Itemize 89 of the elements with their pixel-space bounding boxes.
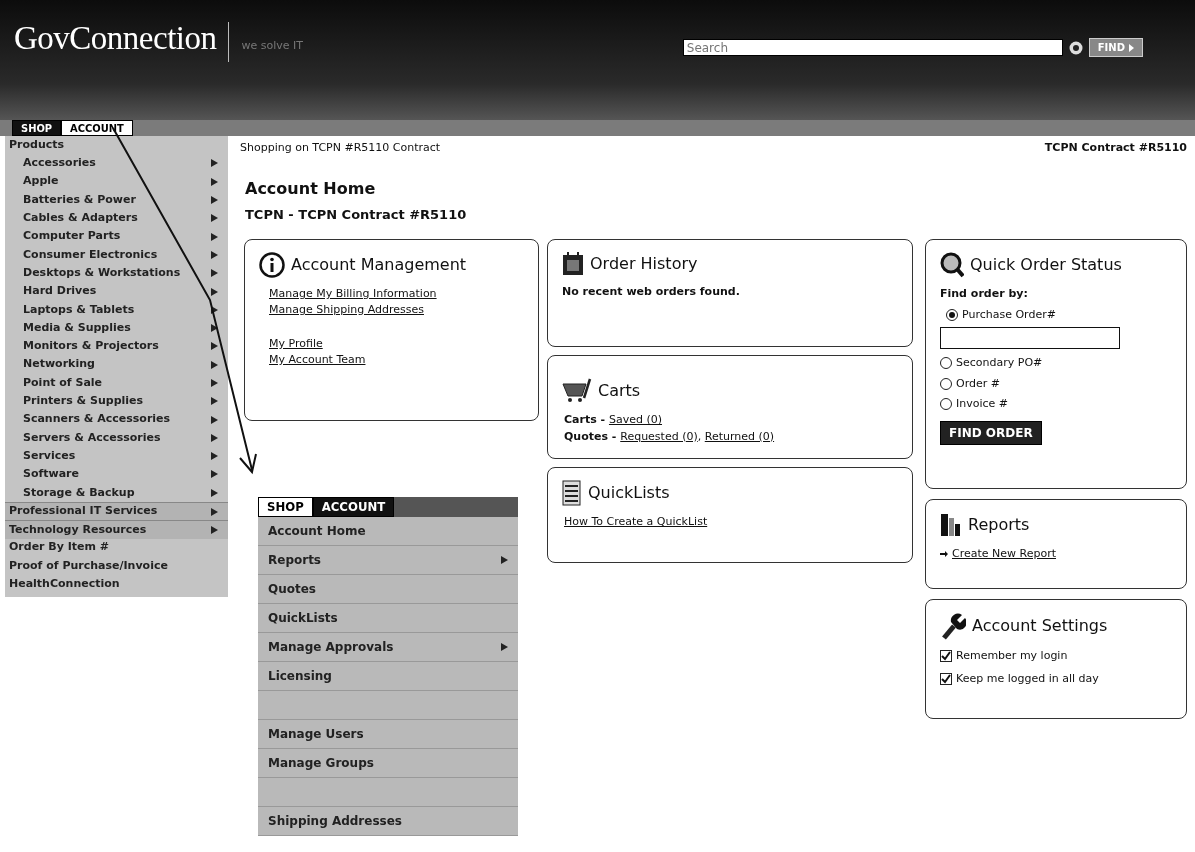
card-title: Order History [590, 253, 698, 275]
sidebar-item[interactable]: Services [5, 447, 228, 466]
account-menu-item[interactable]: Manage Approvals [258, 633, 518, 662]
sidebar-item[interactable]: Point of Sale [5, 373, 228, 393]
calendar-icon [562, 252, 584, 276]
checkbox[interactable] [940, 650, 952, 663]
check-icon [941, 651, 951, 662]
summary-link[interactable]: Saved (0) [608, 413, 662, 426]
summary-link[interactable]: Requested (0) [620, 429, 698, 443]
card-title: Account Management [291, 254, 467, 276]
radio-label: Order # [956, 375, 1000, 392]
card-title: QuickLists [588, 482, 670, 504]
sidebar-item[interactable]: Technology Resources [5, 520, 228, 539]
search-icon [940, 252, 964, 278]
quotes-summary: Quotes - Requested (0), Returned (0) [563, 428, 776, 445]
sidebar-item[interactable]: Professional IT Services [5, 501, 228, 521]
radio-label: Secondary PO# [956, 355, 1043, 371]
sidebar-item[interactable]: Laptops & Tablets [5, 300, 228, 319]
account-link[interactable]: Manage My Billing Information [269, 286, 437, 302]
search-field[interactable]: Search [682, 39, 1063, 56]
sidebar-item[interactable]: Proof of Purchase/Invoice [5, 556, 228, 576]
contract-label: TCPN Contract #R5110 [1044, 140, 1187, 156]
logo[interactable]: GovConnection [14, 22, 217, 55]
quicklist-link[interactable]: How To Create a QuickList [562, 515, 708, 528]
radio-label: Purchase Order# [962, 306, 1056, 323]
breadcrumb-text: Shopping on TCPN #R5110 Contract [240, 140, 441, 156]
find-button[interactable]: FIND [1088, 38, 1143, 57]
account-menu-item[interactable]: Account Home [258, 517, 518, 546]
card-title: Carts [598, 380, 641, 402]
sidebar-item[interactable]: Order By Item # [5, 538, 228, 557]
sidebar-item[interactable]: Consumer Electronics [5, 245, 228, 265]
sidebar-item[interactable]: Printers & Supplies [5, 392, 228, 411]
checkbox-label: Remember my login [956, 648, 1068, 664]
find-order-button[interactable]: FIND ORDER [940, 420, 1042, 445]
sidebar-item[interactable]: Media & Supplies [5, 318, 228, 338]
account-menu-item[interactable]: Reports [258, 546, 518, 575]
sidebar-item[interactable]: Computer Parts [5, 227, 228, 246]
sidebar-item[interactable]: Networking [5, 355, 228, 374]
tagline: we solve IT [241, 38, 303, 54]
find-order-prompt: Find order by: [940, 286, 1029, 302]
page-title: Account Home [245, 177, 377, 200]
order-number-field[interactable] [940, 327, 1120, 349]
sidebar-item[interactable]: Cables & Adapters [5, 209, 228, 228]
chevron-icon [501, 643, 508, 651]
radio-label: Invoice # [956, 396, 1009, 412]
sidebar-item[interactable]: Batteries & Power [5, 190, 228, 210]
create-report-link[interactable]: Create New Report [952, 546, 1056, 563]
help-icon [1068, 40, 1083, 55]
arrow-icon [940, 550, 948, 559]
account-link[interactable]: My Account Team [269, 352, 366, 368]
account-menu-item[interactable]: Manage Groups [258, 749, 518, 778]
sidebar-item[interactable]: Products [5, 136, 228, 155]
tab[interactable]: SHOP [258, 497, 313, 517]
summary-link[interactable]: Returned (0) [704, 429, 775, 443]
account-menu-item[interactable]: Licensing [258, 662, 518, 691]
sidebar-item[interactable]: Software [5, 465, 228, 484]
account-link[interactable]: Manage Shipping Addresses [269, 302, 424, 318]
sidebar-item[interactable]: Servers & Accessories [5, 428, 228, 448]
sidebar-item[interactable]: Scanners & Accessories [5, 410, 228, 429]
chevron-icon [501, 556, 508, 564]
chevron-icon [211, 379, 218, 387]
sidebar-item[interactable]: Hard Drives [5, 282, 228, 301]
checkbox-label: Keep me logged in all day [956, 670, 1099, 687]
account-menu-item[interactable]: Manage Users [258, 720, 518, 749]
account-menu-item[interactable]: Quotes [258, 575, 518, 604]
sidebar-item[interactable]: Accessories [5, 154, 228, 173]
checkbox[interactable] [940, 672, 952, 685]
sidebar-item[interactable]: Apple [5, 172, 228, 191]
wrench-icon [940, 612, 966, 640]
bar-chart-icon [940, 512, 962, 538]
document-icon [562, 480, 582, 506]
account-link[interactable]: My Profile [269, 336, 323, 352]
tab[interactable]: ACCOUNT [61, 120, 133, 136]
card-title: Reports [968, 514, 1030, 536]
card-title: Account Settings [972, 615, 1108, 637]
tab[interactable]: SHOP [12, 120, 62, 136]
carts-summary: Carts - Saved (0) [563, 412, 663, 428]
tab[interactable]: ACCOUNT [312, 497, 395, 517]
sidebar-item[interactable]: Desktops & Workstations [5, 264, 228, 283]
account-menu-item[interactable]: Shipping Addresses [258, 807, 518, 836]
page-subtitle: TCPN - TCPN Contract #R5110 [245, 205, 468, 224]
card-title: Quick Order Status [970, 254, 1122, 276]
order-history-message: No recent web orders found. [562, 284, 741, 300]
info-icon [259, 252, 285, 278]
account-menu-item[interactable]: QuickLists [258, 604, 518, 633]
check-icon [941, 673, 951, 684]
cart-icon [562, 378, 592, 404]
sidebar-item[interactable]: Monitors & Projectors [5, 337, 228, 356]
sidebar-item[interactable]: HealthConnection [5, 575, 228, 594]
